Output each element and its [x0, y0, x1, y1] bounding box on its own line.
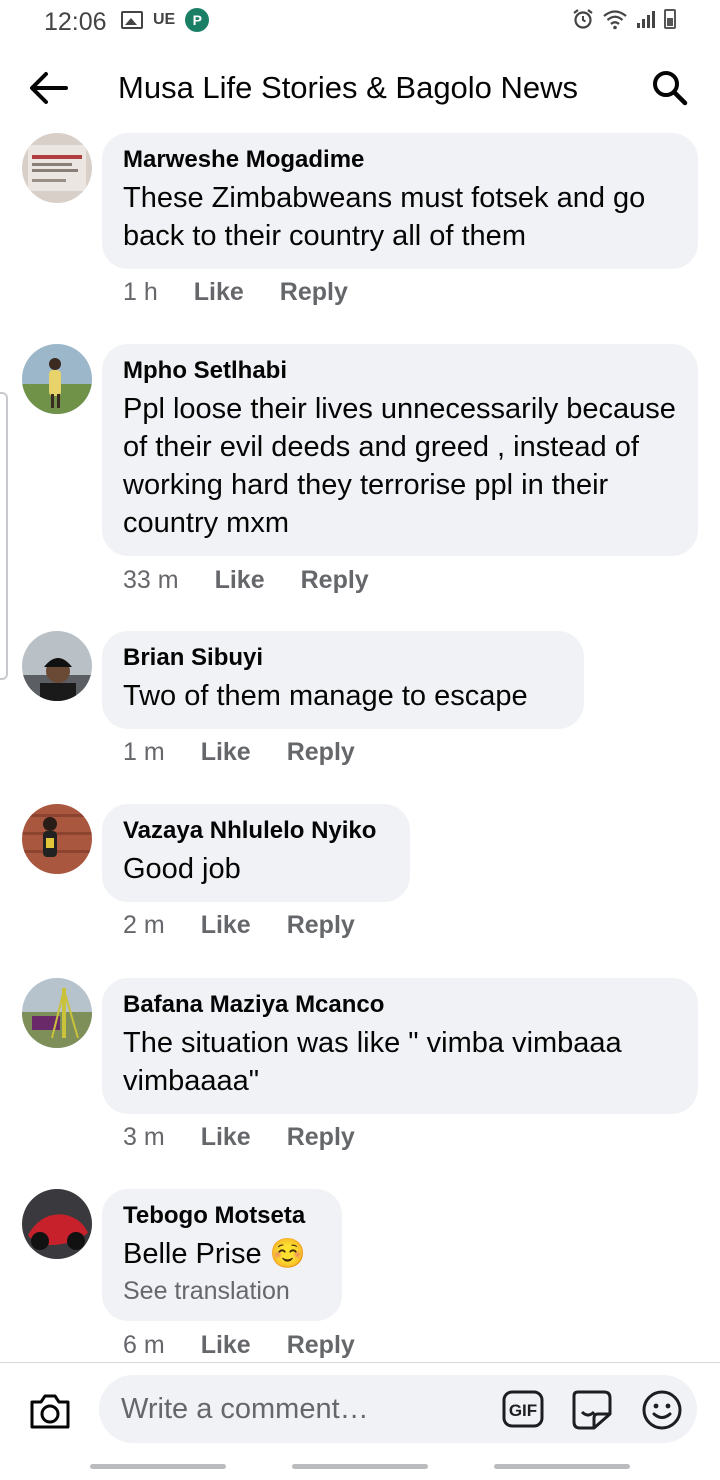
- comment-text: The situation was like " vimba vimbaaa v…: [123, 1027, 622, 1097]
- like-button[interactable]: Like: [201, 911, 251, 940]
- comment-bubble[interactable]: Vazaya Nhlulelo Nyiko Good job: [102, 804, 410, 902]
- gif-button[interactable]: GIF: [501, 1388, 545, 1430]
- comment-time[interactable]: 2 m: [123, 911, 165, 940]
- comment-author[interactable]: Brian Sibuyi: [123, 643, 562, 673]
- sticker-button[interactable]: [569, 1387, 615, 1433]
- status-time: 12:06: [44, 8, 107, 36]
- alarm-icon: [573, 9, 593, 29]
- comment-actions: 2 m Like Reply: [123, 911, 355, 940]
- comment-author[interactable]: Marweshe Mogadime: [123, 145, 676, 175]
- avatar[interactable]: [22, 804, 92, 874]
- avatar[interactable]: [22, 133, 92, 203]
- comment-text: Two of them manage to escape: [123, 680, 528, 712]
- comment-text: Good job: [123, 853, 241, 885]
- back-arrow-icon: [30, 72, 68, 104]
- comment-author[interactable]: Tebogo Motseta: [123, 1201, 320, 1231]
- parking-app-icon: P: [185, 8, 210, 32]
- avatar[interactable]: [22, 978, 92, 1048]
- comment-box: GIF: [99, 1375, 697, 1443]
- comment-actions: 33 m Like Reply: [123, 566, 369, 595]
- like-button[interactable]: Like: [201, 1123, 251, 1152]
- reply-button[interactable]: Reply: [287, 1123, 355, 1152]
- wifi-icon: [603, 10, 627, 30]
- reply-button[interactable]: Reply: [280, 278, 348, 307]
- comment-time[interactable]: 1 h: [123, 278, 158, 307]
- search-button[interactable]: [648, 66, 692, 110]
- svg-text:GIF: GIF: [509, 1401, 537, 1420]
- page-title: Musa Life Stories & Bagolo News: [118, 70, 579, 105]
- nav-back[interactable]: [494, 1464, 630, 1469]
- sticker-icon: [572, 1390, 612, 1430]
- reply-button[interactable]: Reply: [287, 911, 355, 940]
- comment-time[interactable]: 6 m: [123, 1331, 165, 1360]
- reply-button[interactable]: Reply: [287, 738, 355, 767]
- comment-author[interactable]: Bafana Maziya Mcanco: [123, 990, 676, 1020]
- comment-actions: 1 m Like Reply: [123, 738, 355, 767]
- comment-time[interactable]: 1 m: [123, 738, 165, 767]
- comment-time[interactable]: 33 m: [123, 566, 179, 595]
- avatar[interactable]: [22, 631, 92, 701]
- comment-time[interactable]: 3 m: [123, 1123, 165, 1152]
- status-right-icons: [572, 8, 676, 30]
- comment-bubble[interactable]: Marweshe Mogadime These Zimbabweans must…: [102, 133, 698, 269]
- comment-bubble[interactable]: Brian Sibuyi Two of them manage to escap…: [102, 631, 584, 729]
- avatar[interactable]: [22, 344, 92, 414]
- see-translation-link[interactable]: See translation: [123, 1275, 320, 1307]
- comment-author[interactable]: Vazaya Nhlulelo Nyiko: [123, 816, 388, 846]
- gallery-icon: [121, 11, 143, 29]
- comment-composer: GIF: [0, 1362, 720, 1456]
- emoji-button[interactable]: [639, 1387, 685, 1433]
- like-button[interactable]: Like: [201, 738, 251, 767]
- status-bar: 12:06 UE P: [0, 0, 720, 44]
- comment-text: Belle Prise ☺️: [123, 1238, 306, 1270]
- reply-button[interactable]: Reply: [287, 1331, 355, 1360]
- nav-recent-apps[interactable]: [90, 1464, 226, 1469]
- comment-bubble[interactable]: Bafana Maziya Mcanco The situation was l…: [102, 978, 698, 1114]
- nav-home[interactable]: [292, 1464, 428, 1469]
- comment-actions: 6 m Like Reply: [123, 1331, 355, 1360]
- battery-icon: [664, 9, 676, 29]
- scroll-edge: [0, 392, 8, 680]
- system-nav-bar: [0, 1456, 720, 1480]
- search-icon: [653, 71, 688, 106]
- status-left-icons: UE P: [121, 8, 210, 32]
- like-button[interactable]: Like: [215, 566, 265, 595]
- gif-icon: GIF: [502, 1390, 544, 1428]
- comment-input[interactable]: [99, 1375, 489, 1443]
- ue-icon: UE: [153, 11, 176, 28]
- like-button[interactable]: Like: [194, 278, 244, 307]
- comment-actions: 3 m Like Reply: [123, 1123, 355, 1152]
- emoji-icon: [642, 1390, 682, 1430]
- comment-text: Ppl loose their lives unnecessarily beca…: [123, 393, 676, 539]
- app-header: Musa Life Stories & Bagolo News: [0, 54, 720, 124]
- comment-bubble[interactable]: Tebogo Motseta Belle Prise ☺️ See transl…: [102, 1189, 342, 1321]
- camera-icon: [30, 1394, 70, 1429]
- reply-button[interactable]: Reply: [301, 566, 369, 595]
- signal-icon: [637, 11, 655, 28]
- comment-actions: 1 h Like Reply: [123, 278, 348, 307]
- comment-text: These Zimbabweans must fotsek and go bac…: [123, 182, 646, 252]
- comment-author[interactable]: Mpho Setlhabi: [123, 356, 676, 386]
- comment-bubble[interactable]: Mpho Setlhabi Ppl loose their lives unne…: [102, 344, 698, 556]
- avatar[interactable]: [22, 1189, 92, 1259]
- back-button[interactable]: [26, 66, 70, 110]
- camera-button[interactable]: [26, 1387, 74, 1435]
- like-button[interactable]: Like: [201, 1331, 251, 1360]
